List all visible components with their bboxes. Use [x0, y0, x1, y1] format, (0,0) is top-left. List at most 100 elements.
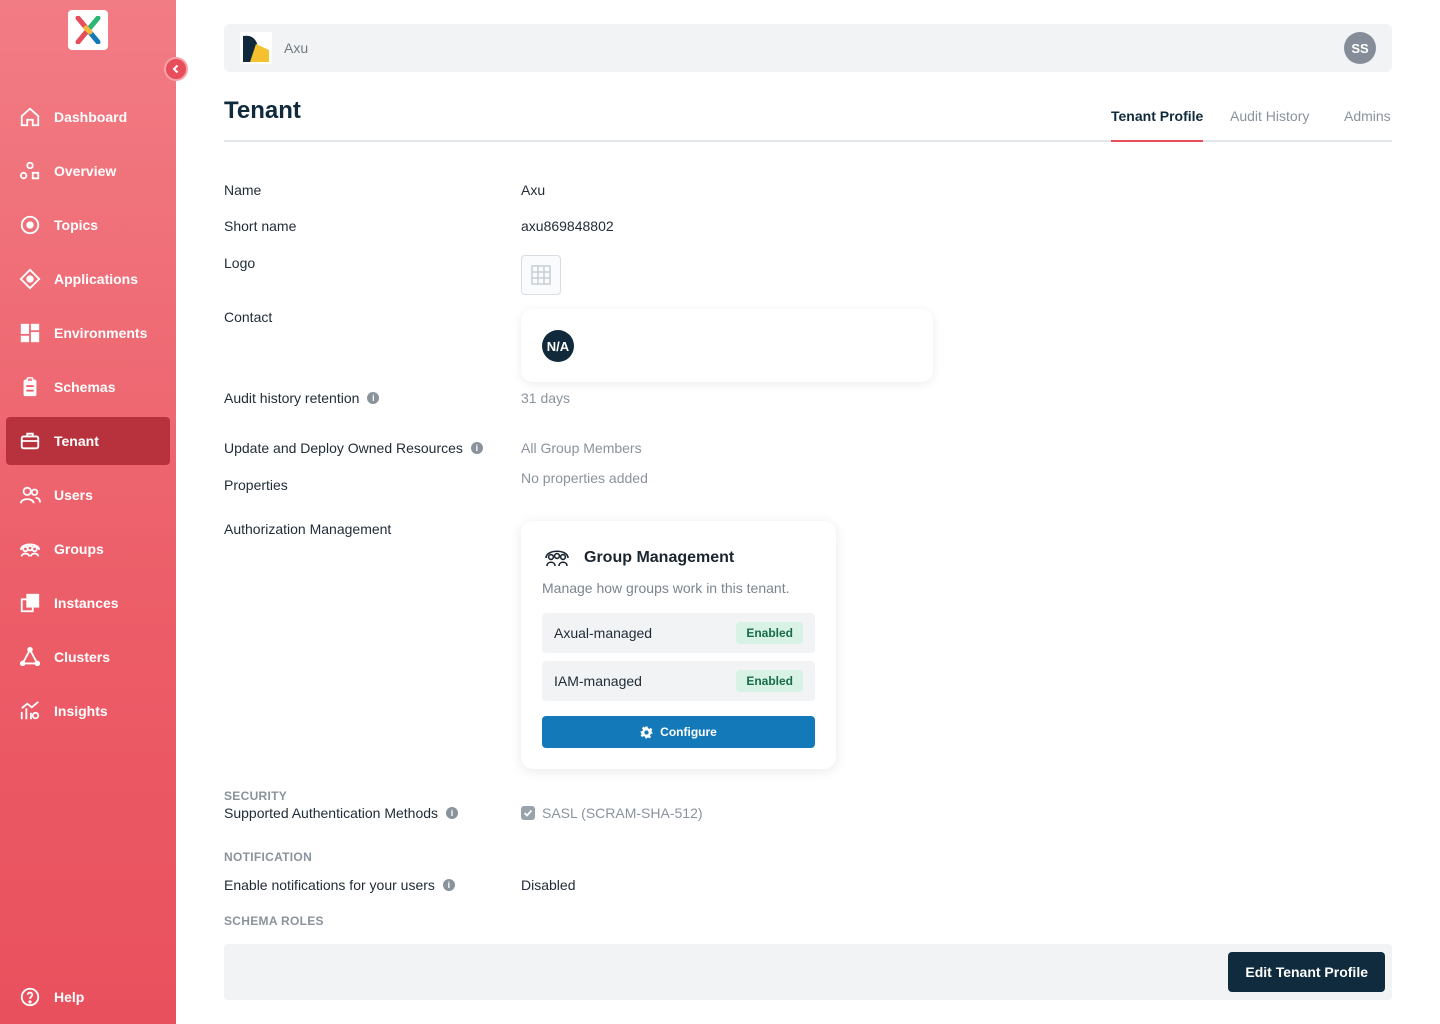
sidebar-item-label: Users [54, 487, 93, 503]
axual-logo-icon [75, 16, 101, 44]
auth-methods-label: Supported Authentication Methods [224, 805, 439, 821]
tab-admins[interactable]: Admins [1344, 108, 1391, 142]
sidebar-item-label: Tenant [54, 433, 99, 449]
help-icon [18, 985, 42, 1009]
audit-retention-label: Audit history retention [224, 390, 360, 406]
page-title: Tenant [224, 97, 301, 124]
sidebar-item-label: Instances [54, 595, 119, 611]
group-option-row: IAM-managed Enabled [542, 661, 815, 701]
user-avatar[interactable]: SS [1344, 32, 1376, 64]
sidebar-item-label: Schemas [54, 379, 116, 395]
properties-value: No properties added [521, 470, 648, 486]
clipboard-icon [18, 375, 42, 399]
building-icon [531, 265, 551, 285]
sidebar-item-clusters[interactable]: Clusters [6, 633, 170, 681]
top-bar: Axu SS [224, 24, 1392, 72]
auth-method-value: SASL (SCRAM-SHA-512) [542, 805, 703, 821]
check-icon [523, 809, 533, 817]
audit-retention-value: 31 days [521, 390, 571, 406]
sidebar-item-insights[interactable]: Insights [6, 687, 170, 735]
chevron-left-icon [172, 64, 179, 74]
group-option-label: IAM-managed [554, 673, 642, 689]
properties-label: Properties [224, 477, 288, 493]
contact-label: Contact [224, 309, 273, 325]
users-icon [18, 483, 42, 507]
edit-tenant-profile-button[interactable]: Edit Tenant Profile [1228, 952, 1385, 992]
sidebar-item-overview[interactable]: Overview [6, 147, 170, 195]
logo-label: Logo [224, 255, 256, 271]
info-icon[interactable]: i [367, 392, 380, 404]
group-management-card: Group Management Manage how groups work … [521, 521, 836, 769]
name-label: Name [224, 182, 262, 198]
short-name-label: Short name [224, 218, 297, 234]
group-option-row: Axual-managed Enabled [542, 613, 815, 653]
name-value: Axu [521, 182, 546, 198]
sidebar-item-help[interactable]: Help [6, 973, 170, 1021]
cluster-icon [18, 645, 42, 669]
topic-icon [18, 213, 42, 237]
overview-icon [18, 159, 42, 183]
sidebar-item-users[interactable]: Users [6, 471, 170, 519]
groups-icon [18, 537, 42, 561]
auth-methods-label-row: Supported Authentication Methods i [224, 805, 459, 821]
deploy-label-row: Update and Deploy Owned Resources i [224, 440, 483, 456]
configure-label: Configure [660, 725, 717, 739]
sidebar: Dashboard Overview Topics Applications E… [0, 0, 176, 1024]
notifications-value: Disabled [521, 877, 576, 893]
application-icon [18, 267, 42, 291]
sidebar-item-label: Insights [54, 703, 108, 719]
groups-icon [545, 550, 569, 567]
sidebar-item-label: Overview [54, 163, 117, 179]
app-logo[interactable] [68, 10, 108, 50]
status-badge: Enabled [736, 622, 803, 644]
security-heading: SECURITY [224, 789, 288, 803]
sidebar-item-dashboard[interactable]: Dashboard [6, 93, 170, 141]
contact-avatar: N/A [542, 330, 574, 362]
contact-card: N/A [521, 309, 933, 382]
sidebar-item-tenant[interactable]: Tenant [6, 417, 170, 465]
tenant-logo[interactable] [240, 32, 272, 64]
sidebar-item-label: Groups [54, 541, 104, 557]
info-icon[interactable]: i [442, 879, 455, 891]
sidebar-item-label: Environments [54, 325, 148, 341]
sidebar-item-label: Applications [54, 271, 139, 287]
info-icon[interactable]: i [446, 807, 459, 819]
instances-icon [18, 591, 42, 615]
tab-tenant-profile[interactable]: Tenant Profile [1111, 108, 1204, 142]
group-management-title: Group Management [584, 549, 735, 566]
info-icon[interactable]: i [470, 442, 483, 454]
audit-retention-label-row: Audit history retention i [224, 390, 380, 406]
notifications-label: Enable notifications for your users [224, 877, 435, 893]
sidebar-item-groups[interactable]: Groups [6, 525, 170, 573]
briefcase-icon [18, 429, 42, 453]
sidebar-collapse-button[interactable] [164, 57, 188, 81]
tenant-name: Axu [284, 40, 309, 56]
help-label: Help [54, 989, 85, 1005]
sidebar-item-instances[interactable]: Instances [6, 579, 170, 627]
notification-heading: NOTIFICATION [224, 850, 313, 864]
sidebar-item-schemas[interactable]: Schemas [6, 363, 170, 411]
short-name-value: axu869848802 [521, 218, 614, 234]
home-icon [18, 105, 42, 129]
notifications-label-row: Enable notifications for your users i [224, 877, 455, 893]
insights-icon [18, 699, 42, 723]
schema-roles-heading: SCHEMA ROLES [224, 914, 324, 928]
logo-placeholder [521, 255, 561, 295]
tab-bar: Tenant Profile Audit History Admins [224, 96, 1392, 142]
sidebar-item-label: Dashboard [54, 109, 128, 125]
configure-button[interactable]: Configure [542, 716, 815, 748]
sidebar-item-environments[interactable]: Environments [6, 309, 170, 357]
gear-icon [640, 726, 653, 739]
tab-audit-history[interactable]: Audit History [1230, 108, 1309, 142]
sidebar-item-label: Topics [54, 217, 99, 233]
group-management-description: Manage how groups work in this tenant. [542, 580, 790, 596]
sidebar-item-topics[interactable]: Topics [6, 201, 170, 249]
group-option-label: Axual-managed [554, 625, 653, 641]
sasl-checkbox[interactable] [521, 806, 535, 820]
authorization-label: Authorization Management [224, 521, 392, 537]
status-badge: Enabled [736, 670, 803, 692]
deploy-label: Update and Deploy Owned Resources [224, 440, 463, 456]
sidebar-nav: Dashboard Overview Topics Applications E… [0, 93, 176, 741]
footer-bar: Edit Tenant Profile [224, 944, 1392, 1000]
sidebar-item-applications[interactable]: Applications [6, 255, 170, 303]
